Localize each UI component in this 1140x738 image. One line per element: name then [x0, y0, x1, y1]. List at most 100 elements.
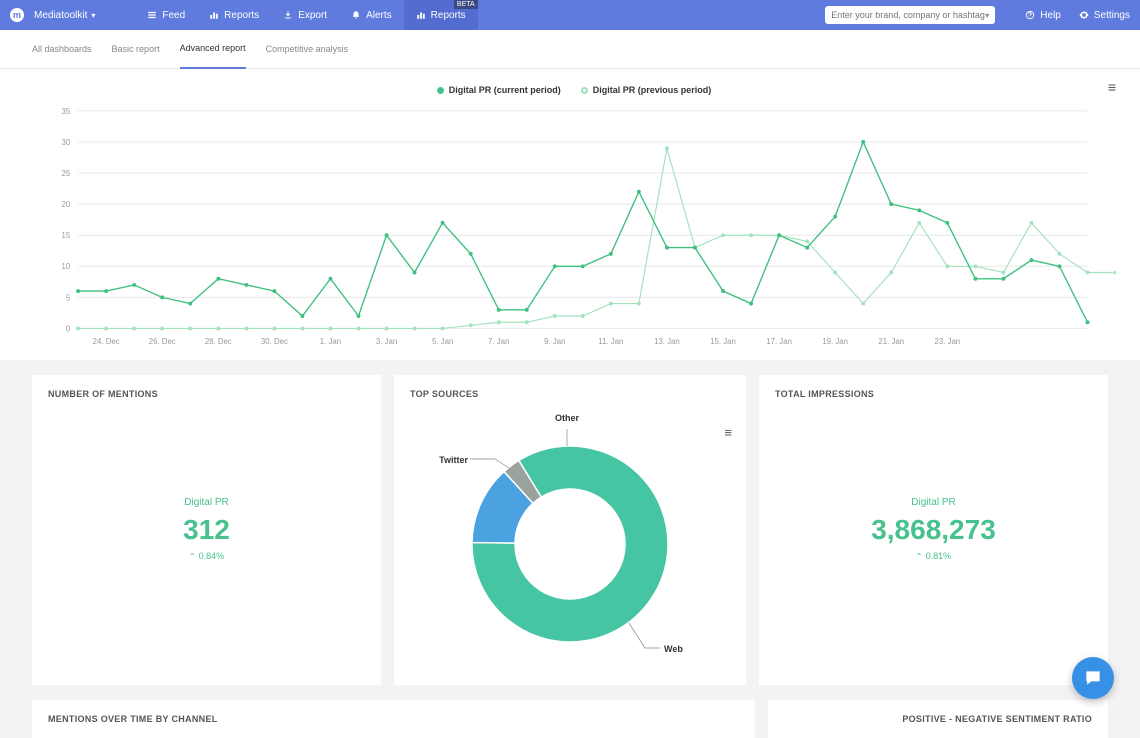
card-top-sources: TOP SOURCES ≡ Twitter Other Web: [394, 375, 746, 685]
svg-text:3. Jan: 3. Jan: [376, 337, 397, 346]
chart-legend: Digital PR (current period) Digital PR (…: [32, 79, 1116, 105]
top-right-links: Help Settings: [1025, 10, 1130, 21]
settings-link[interactable]: Settings: [1079, 10, 1130, 21]
nav-feed-label: Feed: [162, 10, 185, 21]
beta-badge: BETA: [454, 0, 478, 9]
tab-all-label: All dashboards: [32, 44, 92, 54]
legend-dot-solid-icon: [437, 87, 444, 94]
svg-text:0: 0: [66, 324, 71, 333]
card-sentiment-ratio: POSITIVE - NEGATIVE SENTIMENT RATIO: [768, 700, 1108, 738]
help-link[interactable]: Help: [1025, 10, 1061, 21]
chevron-down-icon: ▾: [985, 11, 989, 20]
download-icon: [283, 10, 293, 20]
mentions-delta: ⌃ 0.84%: [189, 551, 224, 561]
mentions-delta-value: 0.84%: [199, 551, 225, 561]
svg-text:30: 30: [62, 138, 71, 147]
nav-export-label: Export: [298, 10, 327, 21]
brand-name-label: Mediatoolkit: [34, 10, 87, 21]
card-mentions-title: NUMBER OF MENTIONS: [48, 389, 365, 399]
search-box[interactable]: ▾: [825, 6, 995, 24]
nav-feed[interactable]: Feed: [135, 0, 197, 30]
legend-current[interactable]: Digital PR (current period): [437, 85, 561, 95]
svg-text:7. Jan: 7. Jan: [488, 337, 509, 346]
legend-previous-label: Digital PR (previous period): [593, 85, 712, 95]
svg-text:23. Jan: 23. Jan: [934, 337, 960, 346]
legend-previous[interactable]: Digital PR (previous period): [581, 85, 712, 95]
svg-text:28. Dec: 28. Dec: [205, 337, 232, 346]
tab-advanced-report[interactable]: Advanced report: [180, 30, 246, 69]
chat-icon: [1083, 668, 1103, 688]
svg-text:1. Jan: 1. Jan: [320, 337, 341, 346]
brand-selector[interactable]: Mediatoolkit ▾: [34, 10, 95, 21]
svg-text:9. Jan: 9. Jan: [544, 337, 565, 346]
gear-icon: [1079, 10, 1089, 20]
svg-text:5. Jan: 5. Jan: [432, 337, 453, 346]
chevron-down-icon: ▾: [91, 11, 95, 20]
nav-export[interactable]: Export: [271, 0, 339, 30]
bell-icon: [351, 10, 361, 20]
card-impressions: TOTAL IMPRESSIONS Digital PR 3,868,273 ⌃…: [759, 375, 1108, 685]
svg-text:10: 10: [62, 262, 71, 271]
report-tabs: All dashboards Basic report Advanced rep…: [0, 30, 1140, 69]
svg-text:Twitter: Twitter: [439, 455, 468, 465]
chat-button[interactable]: [1072, 657, 1114, 699]
tab-basic-report[interactable]: Basic report: [112, 30, 160, 69]
tab-competitive-label: Competitive analysis: [266, 44, 349, 54]
nav-reports2-label: Reports: [431, 10, 466, 21]
help-icon: [1025, 10, 1035, 20]
card-sources-title: TOP SOURCES: [410, 389, 730, 399]
card-impressions-title: TOTAL IMPRESSIONS: [775, 389, 1092, 399]
svg-text:Other: Other: [555, 413, 580, 423]
chart-menu-button[interactable]: ≡: [1108, 79, 1116, 95]
nav-reports-label: Reports: [224, 10, 259, 21]
settings-label: Settings: [1094, 10, 1130, 21]
main-line-chart-panel: Digital PR (current period) Digital PR (…: [0, 69, 1140, 360]
tab-competitive-analysis[interactable]: Competitive analysis: [266, 30, 349, 69]
svg-text:15: 15: [62, 231, 71, 240]
feed-icon: [147, 10, 157, 20]
impressions-delta: ⌃ 0.81%: [916, 551, 951, 561]
bar-chart-icon: [209, 10, 219, 20]
tab-advanced-label: Advanced report: [180, 43, 246, 53]
impressions-label: Digital PR: [911, 497, 955, 508]
svg-text:13. Jan: 13. Jan: [654, 337, 680, 346]
svg-text:26. Dec: 26. Dec: [149, 337, 176, 346]
sentiment-ratio-title: POSITIVE - NEGATIVE SENTIMENT RATIO: [784, 714, 1092, 724]
card-menu-button[interactable]: ≡: [724, 425, 732, 440]
donut-chart: Twitter Other Web: [410, 399, 730, 669]
card-mentions-by-channel: MENTIONS OVER TIME BY CHANNEL: [32, 700, 755, 738]
nav-reports[interactable]: Reports: [197, 0, 271, 30]
svg-text:Web: Web: [664, 644, 683, 654]
kpi-row: NUMBER OF MENTIONS Digital PR 312 ⌃ 0.84…: [0, 375, 1140, 700]
top-bar: m Mediatoolkit ▾ Feed Reports Export: [0, 0, 1140, 30]
svg-text:30. Dec: 30. Dec: [261, 337, 288, 346]
hamburger-icon: ≡: [724, 425, 732, 440]
help-label: Help: [1040, 10, 1061, 21]
svg-text:20: 20: [62, 200, 71, 209]
svg-text:5: 5: [66, 293, 71, 302]
brand-logo: m: [10, 8, 24, 22]
bar-chart-icon: [416, 10, 426, 20]
legend-dot-hollow-icon: [581, 87, 588, 94]
primary-nav: Feed Reports Export Alerts Reports BET: [135, 0, 477, 30]
svg-text:21. Jan: 21. Jan: [878, 337, 904, 346]
search-input[interactable]: [831, 10, 985, 20]
hamburger-icon: ≡: [1108, 79, 1116, 95]
svg-text:19. Jan: 19. Jan: [822, 337, 848, 346]
legend-current-label: Digital PR (current period): [449, 85, 561, 95]
svg-text:17. Jan: 17. Jan: [766, 337, 792, 346]
arrow-up-icon: ⌃: [916, 552, 923, 561]
line-chart: 0510152025303524. Dec26. Dec28. Dec30. D…: [32, 105, 1116, 350]
nav-alerts-label: Alerts: [366, 10, 392, 21]
impressions-value: 3,868,273: [871, 514, 996, 546]
card-mentions: NUMBER OF MENTIONS Digital PR 312 ⌃ 0.84…: [32, 375, 381, 685]
tab-all-dashboards[interactable]: All dashboards: [32, 30, 92, 69]
svg-text:15. Jan: 15. Jan: [710, 337, 736, 346]
arrow-up-icon: ⌃: [189, 552, 196, 561]
nav-reports-beta[interactable]: Reports BETA: [404, 0, 478, 30]
nav-alerts[interactable]: Alerts: [339, 0, 404, 30]
bottom-row: MENTIONS OVER TIME BY CHANNEL POSITIVE -…: [0, 700, 1140, 738]
svg-text:11. Jan: 11. Jan: [598, 337, 623, 346]
svg-text:24. Dec: 24. Dec: [93, 337, 120, 346]
svg-text:25: 25: [62, 169, 71, 178]
